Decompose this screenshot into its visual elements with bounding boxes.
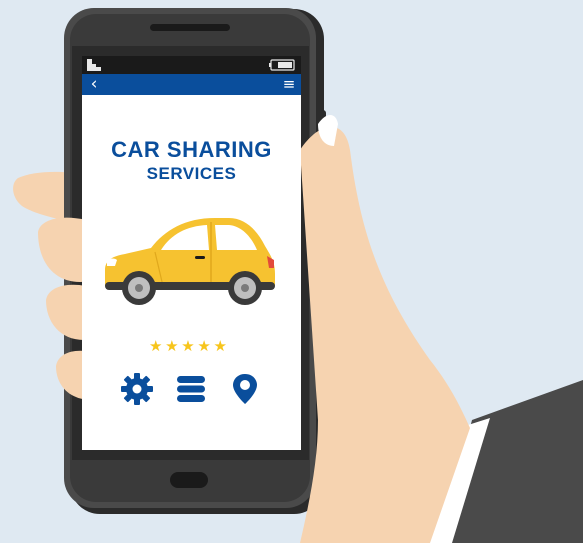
star-icon: ★: [197, 337, 211, 355]
gear-icon[interactable]: [120, 372, 154, 406]
location-pin-icon[interactable]: [228, 372, 262, 406]
star-icon: ★: [213, 337, 227, 355]
hamburger-menu-icon[interactable]: ≡: [280, 74, 298, 95]
nav-bar: ‹ ≡: [82, 74, 301, 95]
battery-icon: [269, 59, 295, 71]
home-button: [170, 472, 208, 488]
car-icon: [105, 218, 275, 305]
star-rating: ★ ★ ★ ★ ★: [149, 338, 227, 354]
back-chevron-icon[interactable]: ‹: [85, 74, 103, 95]
star-icon: ★: [181, 337, 195, 355]
star-icon: ★: [165, 337, 179, 355]
speaker-grille: [150, 24, 230, 31]
status-bar: [82, 56, 301, 74]
right-hand: [300, 115, 470, 543]
signal-icon: [87, 59, 101, 71]
phone-screen: ‹ ≡ CAR SHARING SERVICES ★ ★ ★ ★ ★: [82, 56, 301, 450]
app-subtitle: SERVICES: [146, 164, 237, 183]
star-icon: ★: [149, 337, 163, 355]
list-icon[interactable]: [174, 372, 208, 406]
app-title: CAR SHARING: [111, 137, 272, 162]
